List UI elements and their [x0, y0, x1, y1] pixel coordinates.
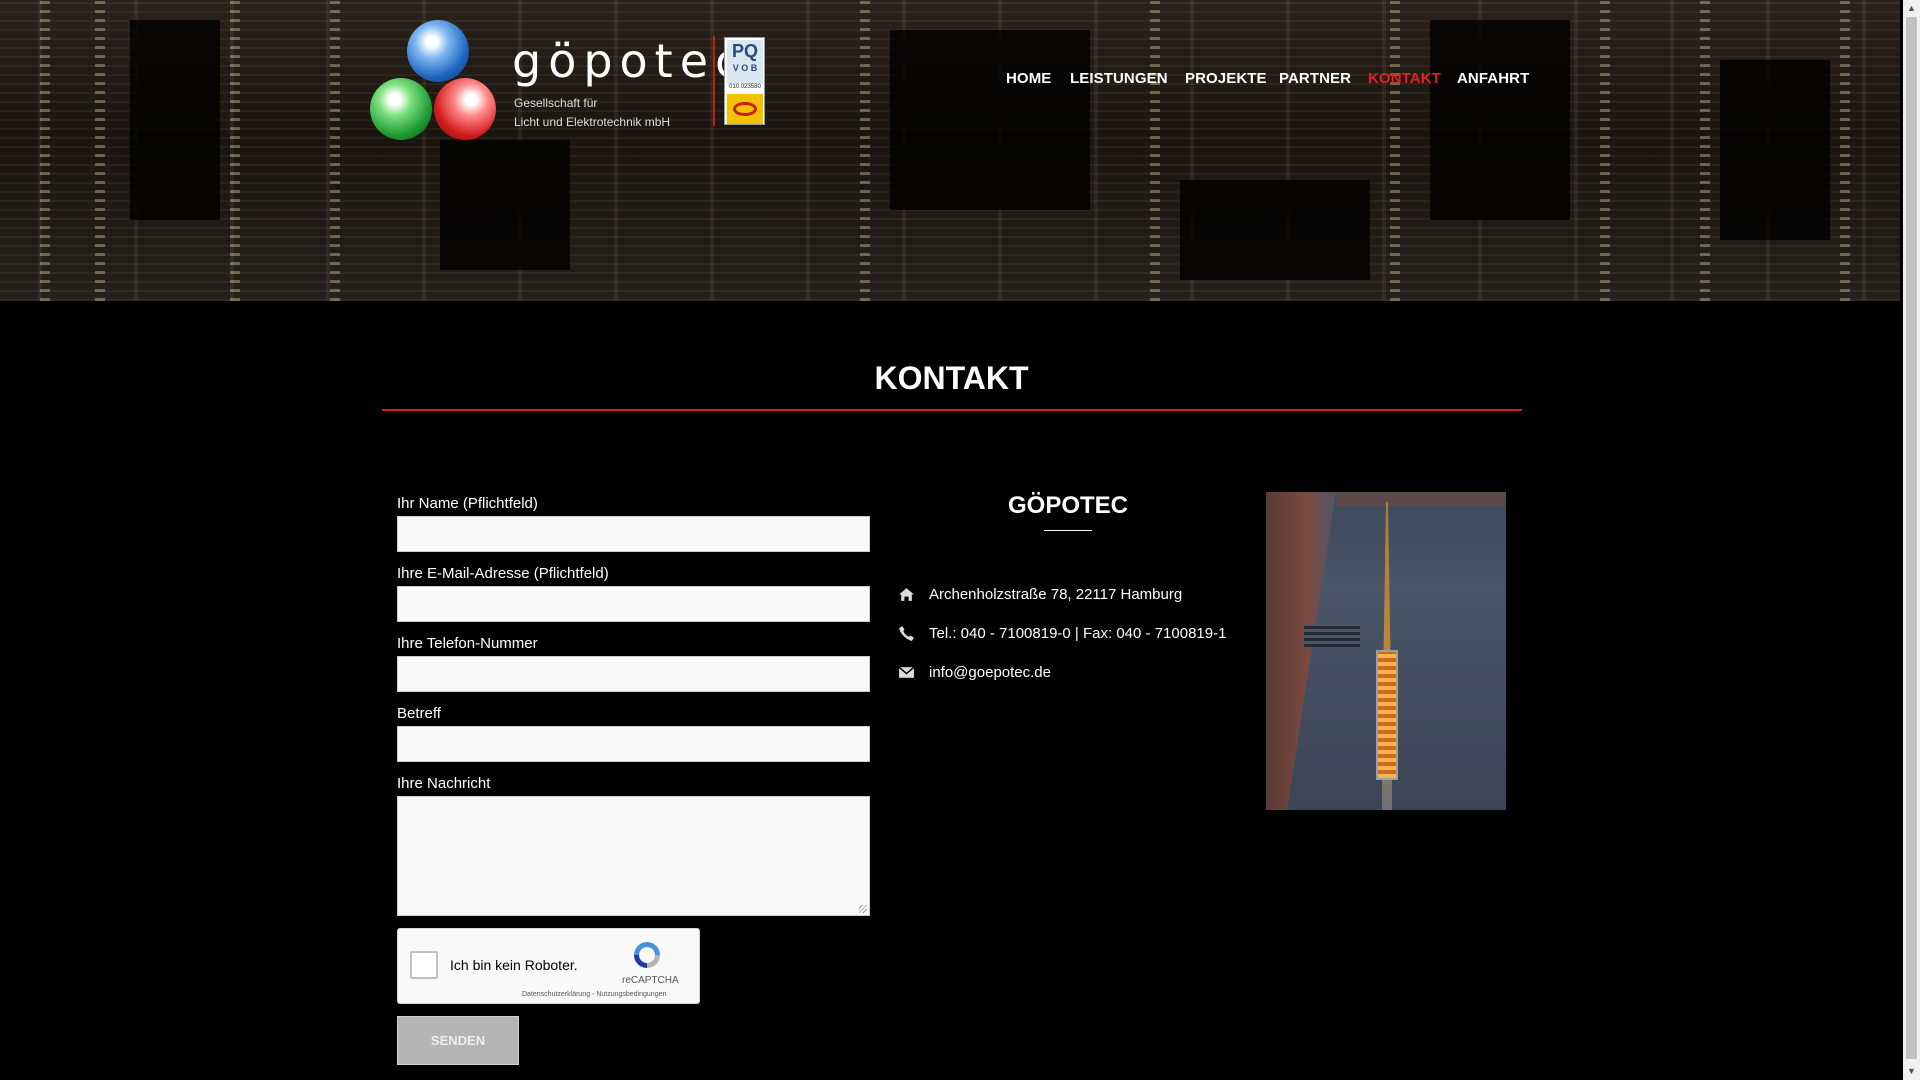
company-address: Archenholzstraße 78, 22117 Hamburg — [929, 585, 1183, 603]
badge-vob-text: V O B — [732, 63, 758, 73]
nav-item-home[interactable]: HOME — [1006, 70, 1051, 87]
logo-tagline-line1: Gesellschaft für — [514, 96, 598, 110]
envelope-icon — [898, 666, 915, 678]
badge-number: 010.023580 — [729, 84, 761, 90]
background-panel — [1180, 180, 1370, 280]
led-floor-light-photo — [1266, 492, 1506, 810]
company-email-link[interactable]: info@goepotec.de — [929, 664, 1051, 681]
background-light-column — [230, 0, 240, 301]
company-logo[interactable]: göpotec Gesellschaft für Licht und Elekt… — [370, 20, 770, 142]
background-light-column — [860, 0, 870, 301]
logo-divider — [713, 36, 715, 126]
photo-led-bar — [1376, 650, 1398, 780]
home-icon — [899, 587, 914, 601]
name-label: Ihr Name (Pflichtfeld) — [397, 495, 538, 512]
email-row: info@goepotec.de — [898, 661, 1051, 683]
background-panel — [130, 20, 220, 220]
recaptcha-label: Ich bin kein Roboter. — [450, 957, 578, 973]
address-row: Archenholzstraße 78, 22117 Hamburg — [898, 583, 1182, 605]
logo-green-sphere — [370, 78, 432, 140]
phone-icon — [899, 625, 914, 641]
subject-input[interactable] — [397, 726, 870, 762]
message-label: Ihre Nachricht — [397, 775, 491, 792]
logo-blue-sphere — [407, 20, 469, 82]
scroll-down-arrow-icon[interactable]: ▼ — [1903, 1063, 1920, 1080]
background-panel — [1430, 20, 1570, 220]
badge-pq-text: PQ — [731, 41, 758, 61]
photo-background — [1336, 492, 1506, 506]
recaptcha-checkbox[interactable] — [410, 951, 438, 979]
nav-item-leistungen[interactable]: LEISTUNGEN — [1070, 70, 1168, 87]
header-banner: göpotec Gesellschaft für Licht und Elekt… — [0, 0, 1900, 301]
scrollbar-thumb[interactable] — [1906, 17, 1917, 1059]
background-light-column — [95, 0, 105, 301]
logo-tagline-line2: Licht und Elektrotechnik mbH — [514, 115, 671, 129]
nav-item-projekte[interactable]: PROJEKTE — [1185, 70, 1267, 87]
pq-vob-badge: PQ V O B — [727, 40, 763, 84]
recaptcha-logo-icon — [634, 942, 660, 968]
photo-wall — [1266, 492, 1336, 810]
nav-item-kontakt[interactable]: KONTAKT — [1368, 70, 1441, 87]
logo-tagline: Gesellschaft für Licht und Elektrotechni… — [514, 94, 670, 132]
title-divider — [382, 409, 1522, 411]
scroll-up-arrow-icon[interactable]: ▲ — [1903, 0, 1920, 17]
certification-badge: PQ V O B 010.023580 — [724, 37, 765, 125]
background-light-column — [330, 0, 340, 301]
background-light-column — [1390, 0, 1400, 301]
company-title-divider — [1044, 530, 1092, 531]
background-light-column — [1840, 0, 1850, 301]
photo-drain-grate — [1304, 625, 1360, 647]
background-panel — [890, 30, 1090, 210]
recaptcha-widget: Ich bin kein Roboter. reCAPTCHA Datensch… — [397, 928, 700, 1004]
vertical-scrollbar[interactable]: ▲ ▼ — [1903, 0, 1920, 1080]
message-textarea[interactable] — [397, 796, 870, 916]
logo-red-sphere — [434, 78, 496, 140]
page-title: KONTAKT — [874, 360, 1029, 396]
nav-item-anfahrt[interactable]: ANFAHRT — [1457, 70, 1529, 87]
phone-row: Tel.: 040 - 7100819-0 | Fax: 040 - 71008… — [898, 622, 1226, 644]
background-light-column — [40, 0, 50, 301]
background-panel — [1720, 60, 1830, 240]
send-button[interactable]: SENDEN — [397, 1016, 519, 1065]
recaptcha-brand: reCAPTCHA — [622, 975, 679, 986]
resize-handle-icon[interactable] — [859, 905, 867, 913]
company-phone-fax: Tel.: 040 - 7100819-0 | Fax: 040 - 71008… — [929, 624, 1227, 642]
email-label: Ihre E-Mail-Adresse (Pflichtfeld) — [397, 565, 609, 582]
elektro-e-icon — [727, 94, 763, 124]
background-light-column — [1150, 0, 1160, 301]
background-light-column — [1600, 0, 1610, 301]
recaptcha-terms-links[interactable]: Datenschutzerklärung - Nutzungsbedingung… — [522, 991, 666, 998]
background-panel — [440, 140, 570, 270]
email-input[interactable] — [397, 586, 870, 622]
phone-input[interactable] — [397, 656, 870, 692]
subject-label: Betreff — [397, 705, 441, 722]
nav-item-partner[interactable]: PARTNER — [1279, 70, 1351, 87]
background-light-column — [1700, 0, 1710, 301]
company-title: GÖPOTEC — [1007, 492, 1128, 519]
phone-label: Ihre Telefon-Nummer — [397, 635, 538, 652]
name-input[interactable] — [397, 516, 870, 552]
